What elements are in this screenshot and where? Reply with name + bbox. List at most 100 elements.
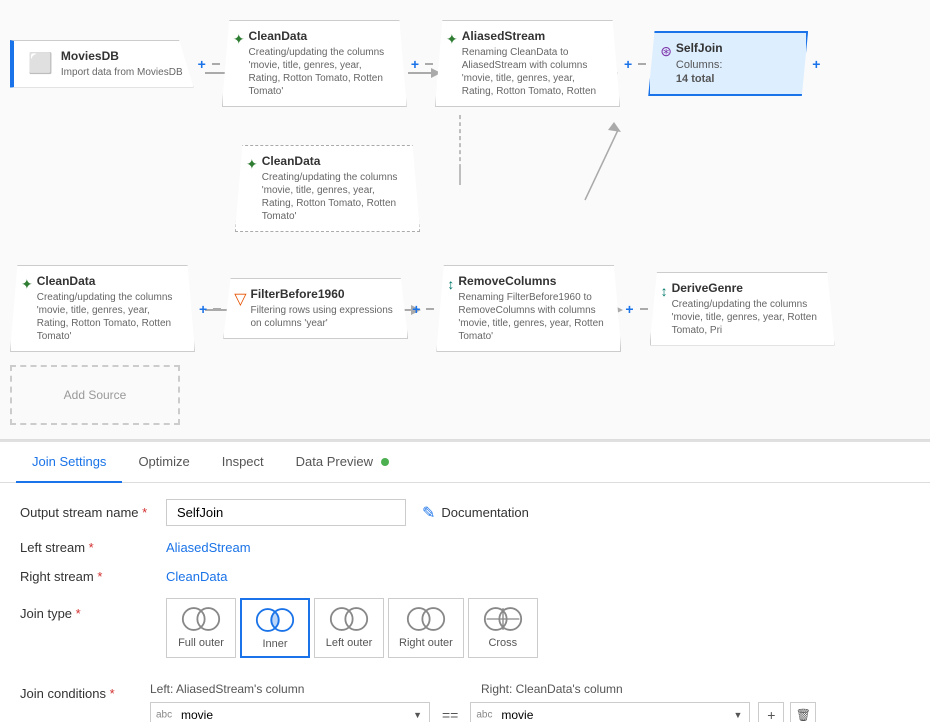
node-selfjoin-title: SelfJoin	[676, 41, 723, 55]
equals-operator: ==	[438, 707, 462, 722]
condition-actions: + 🗑	[758, 702, 816, 722]
join-btn-left-outer[interactable]: Left outer	[314, 598, 384, 658]
arrow-1	[212, 63, 220, 65]
node-cleandata1-desc: Creating/updating the columns 'movie, ti…	[249, 46, 396, 98]
right-column-select-wrapper: movie	[470, 702, 750, 722]
conditions-area: Join conditions Left: AliasedStream's co…	[0, 682, 930, 722]
left-stream-value[interactable]: AliasedStream	[166, 540, 251, 555]
join-btn-full-outer-label: Full outer	[178, 637, 224, 649]
pipeline-row-1: ⬜ MoviesDB Import data from MoviesDB + ✦…	[10, 20, 824, 107]
join-type-label: Join type	[20, 598, 150, 621]
rename-icon: ↕	[447, 276, 454, 292]
venn-cross-icon	[483, 605, 523, 633]
node-cleandata3-title: CleanData	[37, 274, 184, 288]
source-icon: ⬜	[28, 51, 53, 76]
node-cleandata3-desc: Creating/updating the columns 'movie, ti…	[37, 291, 184, 343]
arrow-6	[640, 308, 648, 310]
node-cleandata1-title: CleanData	[249, 29, 396, 43]
output-stream-label: Output stream name	[20, 505, 150, 520]
node-cleandata1[interactable]: ✦ CleanData Creating/updating the column…	[222, 20, 407, 107]
join-btn-inner[interactable]: Inner	[240, 598, 310, 658]
doc-icon: ✎	[422, 503, 435, 523]
arrow-4	[213, 308, 221, 310]
filter-icon: ▽	[234, 289, 246, 309]
bottom-panel: Join Settings Optimize Inspect Data Prev…	[0, 440, 930, 722]
add-source-box[interactable]: Add Source	[10, 365, 180, 425]
join-types-group: Full outer Inner	[166, 598, 538, 658]
venn-inner-icon	[255, 606, 295, 634]
node-cleandata2-desc: Creating/updating the columns 'movie, ti…	[262, 171, 409, 223]
join-icon: ⊛	[660, 43, 672, 60]
join-type-row: Join type Full outer	[20, 598, 910, 658]
node-removecolumns[interactable]: ↕ RemoveColumns Renaming FilterBefore196…	[436, 265, 621, 352]
plus-after-aliasedstream[interactable]: +	[624, 56, 632, 72]
join-btn-cross[interactable]: Cross	[468, 598, 538, 658]
node-moviesdb-desc: Import data from MoviesDB	[61, 66, 183, 79]
tab-data-preview[interactable]: Data Preview	[280, 442, 405, 483]
app-container: ⬜ MoviesDB Import data from MoviesDB + ✦…	[0, 0, 930, 722]
form-content: Output stream name ✎ Documentation Left …	[0, 483, 930, 682]
right-stream-label: Right stream	[20, 569, 150, 584]
node-derivegenre-desc: Creating/updating the columns 'movie, ti…	[672, 298, 824, 337]
plus-after-filter[interactable]: +	[412, 301, 420, 317]
clean-icon-1: ✦	[233, 31, 245, 48]
right-stream-row: Right stream CleanData	[20, 569, 910, 584]
node-cleandata3[interactable]: ✦ CleanData Creating/updating the column…	[10, 265, 195, 352]
node-cleandata2[interactable]: ✦ CleanData Creating/updating the column…	[235, 145, 420, 232]
add-source-label: Add Source	[64, 388, 127, 402]
node-aliasedstream-title: AliasedStream	[462, 29, 609, 43]
plus-after-removecolumns[interactable]: +	[625, 301, 633, 317]
node-derivegenre[interactable]: ↕ DeriveGenre Creating/updating the colu…	[650, 272, 835, 346]
venn-full-outer-icon	[181, 605, 221, 633]
clean-icon-3: ✦	[21, 276, 33, 293]
add-condition-button[interactable]: +	[758, 702, 784, 722]
join-btn-full-outer[interactable]: Full outer	[166, 598, 236, 658]
join-btn-right-outer-label: Right outer	[399, 637, 453, 649]
node-moviesdb[interactable]: ⬜ MoviesDB Import data from MoviesDB	[10, 40, 194, 88]
join-btn-left-outer-label: Left outer	[326, 637, 372, 649]
join-btn-inner-label: Inner	[262, 638, 287, 650]
node-removecolumns-title: RemoveColumns	[458, 274, 610, 288]
pipeline-row-2: ✦ CleanData Creating/updating the column…	[235, 145, 420, 232]
join-btn-right-outer[interactable]: Right outer	[388, 598, 464, 658]
plus-after-moviesdb[interactable]: +	[198, 56, 206, 72]
left-stream-row: Left stream AliasedStream	[20, 540, 910, 555]
node-cleandata2-title: CleanData	[262, 154, 409, 168]
canvas-area: ⬜ MoviesDB Import data from MoviesDB + ✦…	[0, 0, 930, 440]
doc-label: Documentation	[441, 505, 528, 520]
node-selfjoin-columns: Columns:14 total	[676, 58, 723, 87]
venn-left-outer-icon	[329, 605, 369, 633]
right-stream-value[interactable]: CleanData	[166, 569, 227, 584]
documentation-link[interactable]: ✎ Documentation	[422, 503, 529, 523]
plus-after-cleandata1[interactable]: +	[411, 56, 419, 72]
arrow-2	[425, 63, 433, 65]
join-conditions-label: Join conditions	[20, 682, 150, 701]
output-stream-input[interactable]	[166, 499, 406, 526]
node-moviesdb-title: MoviesDB	[61, 49, 183, 63]
tab-optimize[interactable]: Optimize	[122, 442, 205, 483]
tab-join-settings[interactable]: Join Settings	[16, 442, 122, 483]
node-filterbefore1960[interactable]: ▽ FilterBefore1960 Filtering rows using …	[223, 278, 408, 339]
plus-after-cleandata3[interactable]: +	[199, 301, 207, 317]
alias-icon: ✦	[446, 31, 458, 48]
node-aliasedstream-desc: Renaming CleanData to AliasedStream with…	[462, 46, 609, 98]
left-column-select-wrapper: movie	[150, 702, 430, 722]
add-source-area[interactable]: Add Source	[10, 365, 180, 425]
right-column-select[interactable]: movie	[470, 702, 750, 722]
arrow-3	[638, 63, 646, 65]
left-col-header: Left: AliasedStream's column	[150, 682, 435, 696]
node-filter-title: FilterBefore1960	[251, 287, 398, 301]
tab-inspect[interactable]: Inspect	[206, 442, 280, 483]
node-aliasedstream[interactable]: ✦ AliasedStream Renaming CleanData to Al…	[435, 20, 620, 107]
node-derivegenre-title: DeriveGenre	[672, 281, 824, 295]
clean-icon-2: ✦	[246, 156, 258, 173]
right-col-header: Right: CleanData's column	[481, 682, 623, 696]
node-filter-desc: Filtering rows using expressions on colu…	[251, 304, 398, 330]
left-column-select[interactable]: movie	[150, 702, 430, 722]
arrow-5	[426, 308, 434, 310]
delete-condition-button[interactable]: 🗑	[790, 702, 816, 722]
node-selfjoin[interactable]: ⊛ SelfJoin Columns:14 total	[648, 31, 808, 97]
plus-after-selfjoin[interactable]: +	[812, 56, 820, 72]
pipeline-row-3: ✦ CleanData Creating/updating the column…	[10, 265, 835, 352]
data-preview-dot	[381, 458, 389, 466]
